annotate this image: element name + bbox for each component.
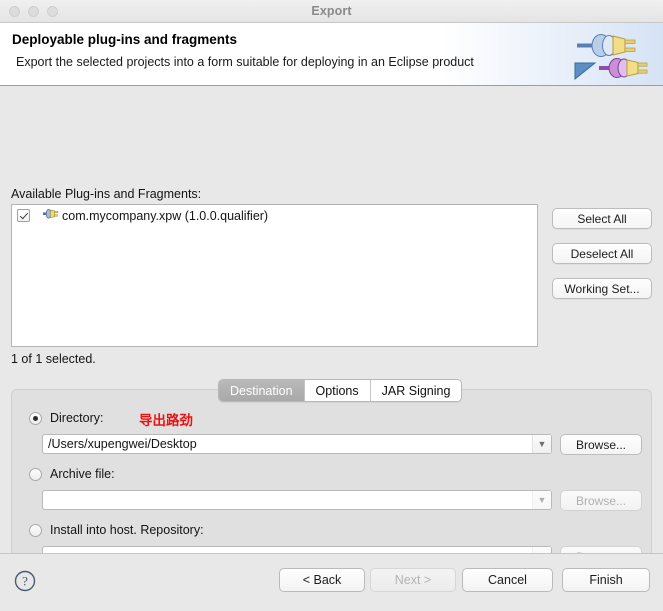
- dialog-footer: ? < Back Next > Cancel Finish: [0, 553, 663, 611]
- help-icon[interactable]: ?: [14, 570, 36, 592]
- title-bar: Export: [0, 0, 663, 23]
- close-button[interactable]: [9, 6, 20, 17]
- directory-label: Directory:: [50, 411, 104, 425]
- wizard-header: Deployable plug-ins and fragments Export…: [0, 23, 663, 86]
- plugin-name: com.mycompany.xpw (1.0.0.qualifier): [62, 208, 269, 223]
- page-title: Deployable plug-ins and fragments: [12, 32, 238, 47]
- plugin-checkbox[interactable]: [17, 209, 30, 222]
- install-into-host-radio[interactable]: [29, 524, 42, 537]
- list-item[interactable]: com.mycompany.xpw (1.0.0.qualifier): [12, 205, 537, 223]
- next-button[interactable]: Next >: [370, 568, 456, 592]
- directory-browse-button[interactable]: Browse...: [560, 434, 642, 455]
- select-all-button[interactable]: Select All: [552, 208, 652, 229]
- archive-file-label: Archive file:: [50, 467, 115, 481]
- back-button[interactable]: < Back: [279, 568, 365, 592]
- destination-panel: Directory: 导出路劲 /Users/xupengwei/Desktop…: [11, 389, 652, 576]
- export-path-annotation: 导出路劲: [139, 413, 193, 429]
- archive-file-browse-button[interactable]: Browse...: [560, 490, 642, 511]
- plugins-list[interactable]: com.mycompany.xpw (1.0.0.qualifier): [11, 204, 538, 347]
- chevron-down-icon[interactable]: ▼: [532, 491, 551, 509]
- export-dialog-window: Export Deployable plug-ins and fragments…: [0, 0, 663, 611]
- window-title: Export: [311, 4, 352, 18]
- chevron-down-icon[interactable]: ▼: [532, 435, 551, 453]
- traffic-lights: [9, 6, 58, 17]
- svg-text:?: ?: [22, 574, 28, 589]
- available-plugins-label: Available Plug-ins and Fragments:: [11, 187, 202, 201]
- directory-value: /Users/xupengwei/Desktop: [48, 437, 197, 451]
- tab-jar-signing[interactable]: JAR Signing: [370, 380, 462, 401]
- minimize-button[interactable]: [28, 6, 39, 17]
- finish-button[interactable]: Finish: [562, 568, 650, 592]
- dialog-body: Available Plug-ins and Fragments: com.my…: [0, 86, 663, 576]
- zoom-button[interactable]: [47, 6, 58, 17]
- selection-status: 1 of 1 selected.: [11, 352, 96, 366]
- directory-radio[interactable]: [29, 412, 42, 425]
- tab-destination[interactable]: Destination: [219, 380, 305, 401]
- cancel-button[interactable]: Cancel: [462, 568, 553, 592]
- plug-in-export-icon: [569, 27, 655, 83]
- plug-icon: [43, 208, 59, 223]
- working-set-button[interactable]: Working Set...: [552, 278, 652, 299]
- tab-options[interactable]: Options: [304, 380, 371, 401]
- directory-combo[interactable]: /Users/xupengwei/Desktop ▼: [42, 434, 552, 454]
- destination-tabs: Destination Options JAR Signing: [218, 379, 463, 402]
- archive-file-radio[interactable]: [29, 468, 42, 481]
- page-subtitle: Export the selected projects into a form…: [16, 55, 474, 69]
- install-into-host-label: Install into host. Repository:: [50, 523, 204, 537]
- archive-file-combo[interactable]: ▼: [42, 490, 552, 510]
- deselect-all-button[interactable]: Deselect All: [552, 243, 652, 264]
